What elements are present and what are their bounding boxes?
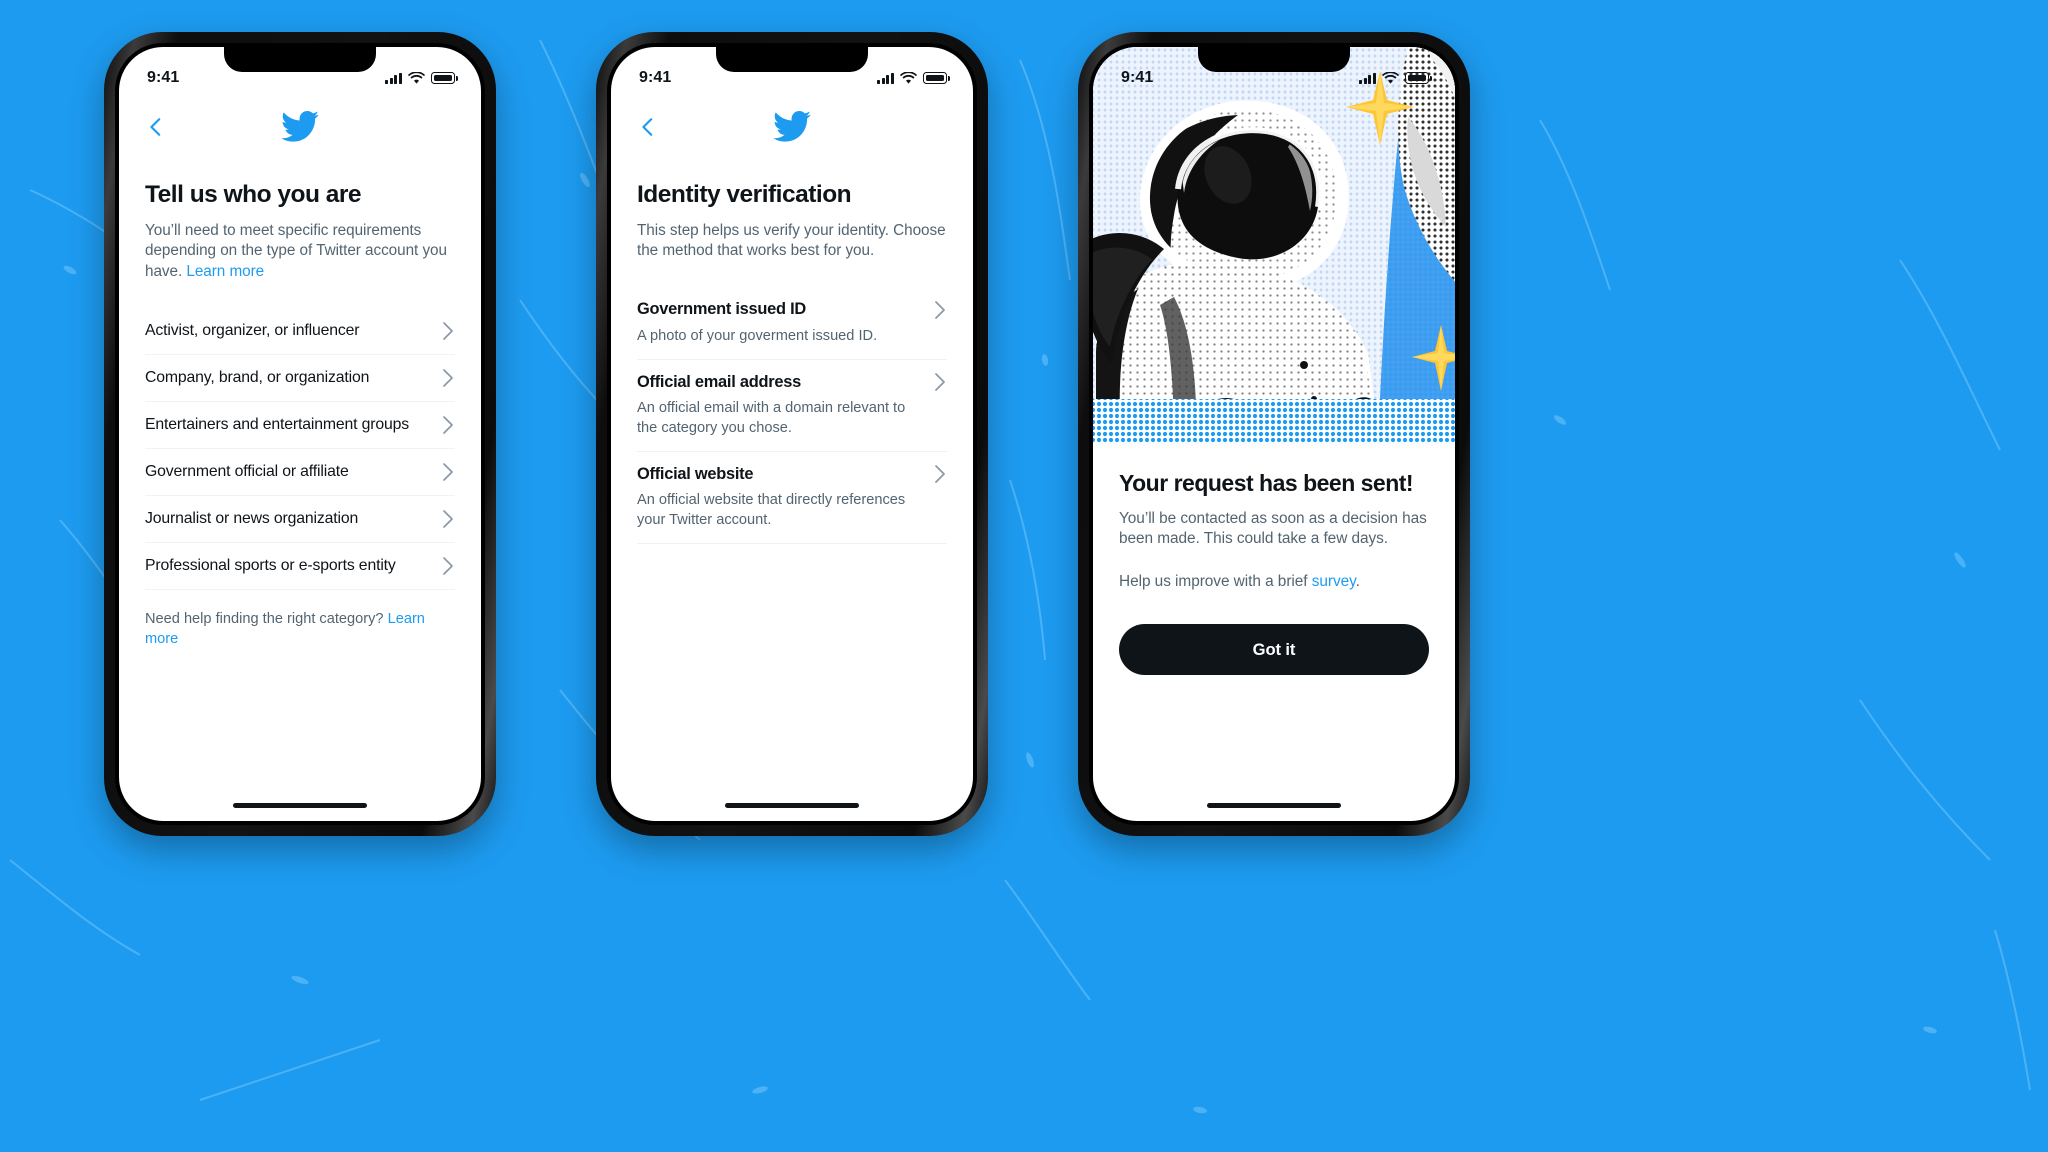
learn-more-link-top[interactable]: Learn more (186, 263, 264, 280)
method-description: An official email with a domain relevant… (637, 400, 906, 436)
nav-bar-1 (119, 95, 481, 159)
method-title: Official email address (637, 372, 801, 391)
phone-bezel-3: 9:41 Your request has been sent! You’ll … (1089, 43, 1459, 825)
chevron-right-icon (443, 510, 453, 528)
category-label: Government official or affiliate (145, 463, 349, 481)
helper-text: Need help finding the right category? Le… (145, 610, 455, 649)
page-body-1: Tell us who you are You’ll need to meet … (119, 181, 481, 649)
chevron-right-icon (935, 300, 945, 319)
phone-bezel-2: 9:41 Identity verification This step hel… (607, 43, 977, 825)
list-item[interactable]: Entertainers and entertainment groups (145, 402, 455, 450)
page-title: Your request has been sent! (1119, 470, 1414, 496)
page-body-3: Your request has been sent! You’ll be co… (1093, 470, 1455, 676)
chevron-right-icon (443, 369, 453, 387)
chevron-right-icon (443, 463, 453, 481)
phone-tell-us-who-you-are: 9:41 Tell us who you are You’ll need to … (104, 32, 496, 836)
nav-bar-2 (611, 95, 973, 159)
page-title: Identity verification (637, 181, 852, 208)
cellular-signal-icon (1359, 72, 1376, 84)
screen-request-sent: 9:41 Your request has been sent! You’ll … (1093, 47, 1455, 821)
status-icons (385, 71, 458, 85)
method-description: A photo of your goverment issued ID. (637, 327, 878, 344)
battery-icon (431, 72, 458, 84)
category-list: Activist, organizer, or influencer Compa… (145, 308, 455, 591)
phone-bezel-1: 9:41 Tell us who you are You’ll need to … (115, 43, 485, 825)
category-label: Journalist or news organization (145, 510, 359, 528)
category-label: Professional sports or e-sports entity (145, 557, 396, 575)
home-indicator (233, 803, 367, 808)
twitter-bird-icon (281, 110, 319, 142)
notch-2 (716, 47, 868, 72)
method-description: An official website that directly refere… (637, 492, 906, 528)
chevron-left-icon[interactable] (637, 116, 659, 138)
chevron-right-icon (443, 322, 453, 340)
survey-text-after: . (1355, 572, 1360, 590)
chevron-right-icon (443, 557, 453, 575)
survey-paragraph: Help us improve with a brief survey. (1119, 572, 1429, 592)
list-item[interactable]: Journalist or news organization (145, 496, 455, 544)
screen-identity-verification: 9:41 Identity verification This step hel… (611, 47, 973, 821)
list-item[interactable]: Government official or affiliate (145, 449, 455, 497)
page-body-2: Identity verification This step helps us… (611, 181, 973, 545)
status-icons (877, 71, 950, 85)
helper-question: Need help finding the right category? (145, 611, 388, 628)
got-it-button[interactable]: Got it (1119, 624, 1429, 676)
survey-link[interactable]: survey (1312, 573, 1356, 590)
wifi-icon (408, 71, 425, 84)
confirmation-paragraph: You’ll be contacted as soon as a decisio… (1119, 510, 1427, 548)
survey-text-before: Help us improve with a brief (1119, 572, 1312, 590)
screenshot-stage: 9:41 Tell us who you are You’ll need to … (0, 0, 2048, 1152)
category-label: Entertainers and entertainment groups (145, 416, 410, 434)
notch-1 (224, 47, 376, 72)
twitter-bird-icon (773, 110, 811, 142)
method-header: Government issued ID (637, 300, 947, 320)
screen-tell-us-who-you-are: 9:41 Tell us who you are You’ll need to … (119, 47, 481, 821)
notch-3 (1198, 47, 1350, 72)
verification-method-list: Government issued ID A photo of your gov… (637, 288, 947, 545)
phone-identity-verification: 9:41 Identity verification This step hel… (596, 32, 988, 836)
home-indicator (1207, 803, 1341, 808)
astronaut-halftone-illustration (1093, 47, 1455, 444)
status-time: 9:41 (1121, 69, 1154, 86)
battery-icon (923, 72, 950, 84)
list-item[interactable]: Government issued ID A photo of your gov… (637, 288, 947, 361)
list-item[interactable]: Official website An official website tha… (637, 452, 947, 545)
list-item[interactable]: Activist, organizer, or influencer (145, 308, 455, 356)
list-item[interactable]: Professional sports or e-sports entity (145, 543, 455, 591)
page-subtext: This step helps us verify your identity.… (637, 222, 946, 260)
list-item[interactable]: Official email address An official email… (637, 360, 947, 453)
status-time: 9:41 (147, 69, 180, 86)
category-label: Activist, organizer, or influencer (145, 322, 360, 340)
phone-request-sent: 9:41 Your request has been sent! You’ll … (1078, 32, 1470, 836)
method-title: Official website (637, 464, 754, 483)
cellular-signal-icon (385, 72, 402, 84)
cellular-signal-icon (877, 72, 894, 84)
list-item[interactable]: Company, brand, or organization (145, 355, 455, 403)
chevron-right-icon (935, 373, 945, 392)
method-title: Government issued ID (637, 300, 806, 319)
page-title: Tell us who you are (145, 181, 362, 208)
wifi-icon (1382, 71, 1399, 84)
chevron-right-icon (935, 465, 945, 484)
page-subtext: You’ll need to meet specific requirement… (145, 221, 455, 282)
home-indicator (725, 803, 859, 808)
battery-icon (1405, 72, 1432, 84)
chevron-left-icon[interactable] (145, 116, 167, 138)
method-header: Official email address (637, 372, 947, 392)
wifi-icon (900, 71, 917, 84)
category-label: Company, brand, or organization (145, 369, 370, 387)
chevron-right-icon (443, 416, 453, 434)
method-header: Official website (637, 464, 947, 484)
status-time: 9:41 (639, 69, 672, 86)
status-icons (1359, 71, 1432, 85)
